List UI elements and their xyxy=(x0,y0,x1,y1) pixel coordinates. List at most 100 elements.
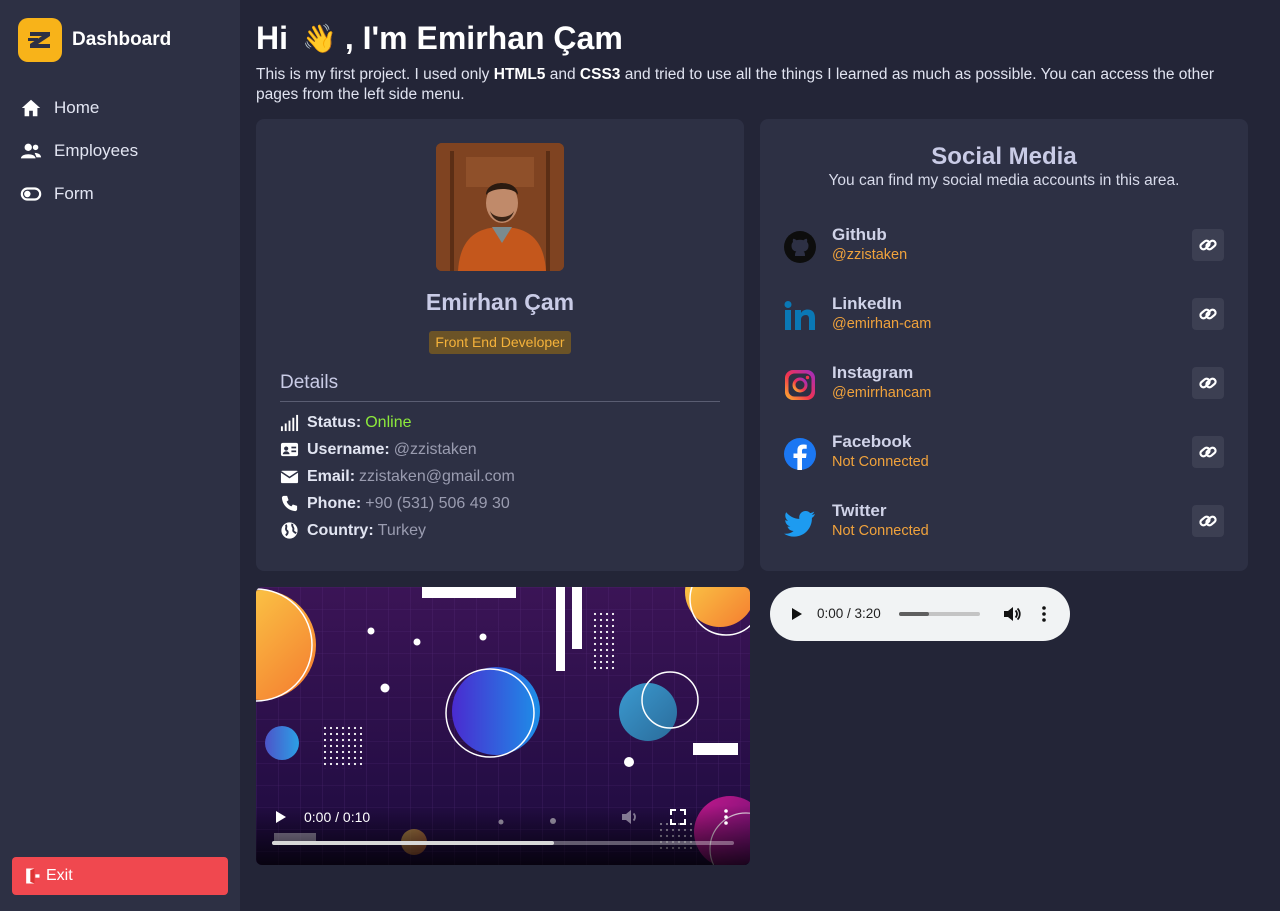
signal-icon xyxy=(280,414,299,432)
envelope-icon xyxy=(280,470,299,484)
play-icon[interactable] xyxy=(272,809,288,825)
social-subtitle: You can find my social media accounts in… xyxy=(828,172,1180,189)
social-item-facebook: Facebook Not Connected xyxy=(784,430,1224,480)
toggle-icon xyxy=(20,186,42,201)
detail-row-status: Status: Online xyxy=(280,409,515,436)
social-item-instagram: Instagram @emirrhancam xyxy=(784,361,1224,411)
volume-icon[interactable] xyxy=(1002,604,1022,624)
home-icon xyxy=(21,99,41,116)
details-title: Details xyxy=(280,372,339,393)
link-icon xyxy=(1199,239,1217,251)
social-name: Instagram xyxy=(832,363,914,382)
audio-time: 0:00 / 3:20 xyxy=(817,606,881,621)
divider xyxy=(280,401,720,402)
social-handle: @emirrhancam xyxy=(832,385,932,401)
more-vertical-icon[interactable] xyxy=(1036,604,1052,624)
role-badge: Front End Developer xyxy=(429,331,571,354)
github-icon xyxy=(784,231,816,263)
detail-row-phone: Phone: +90 (531) 506 49 30 xyxy=(280,490,515,517)
twitter-link-button[interactable] xyxy=(1192,505,1224,537)
brand-title: Dashboard xyxy=(72,29,172,50)
detail-row-username: Username: @zzistaken xyxy=(280,436,515,463)
social-name: Twitter xyxy=(832,501,887,520)
social-name: Facebook xyxy=(832,432,912,451)
intro-part: and xyxy=(545,66,580,83)
audio-player[interactable]: 0:00 / 3:20 xyxy=(770,587,1070,641)
link-icon xyxy=(1199,377,1217,389)
instagram-link-button[interactable] xyxy=(1192,367,1224,399)
intro-css3: CSS3 xyxy=(579,66,621,83)
facebook-icon xyxy=(784,438,816,470)
detail-label: Phone: xyxy=(307,494,362,512)
country-value: Turkey xyxy=(377,521,426,539)
detail-label: Status: xyxy=(307,413,362,431)
sidebar-item-label: Form xyxy=(54,183,94,203)
intro-part: This is my first project. I used only xyxy=(256,66,494,83)
sidebar-nav: Home Employees Form xyxy=(20,86,138,215)
social-media-card: Social Media You can find my social medi… xyxy=(760,119,1248,571)
play-icon[interactable] xyxy=(788,606,804,622)
intro-text: This is my first project. I used only HT… xyxy=(256,65,1256,105)
video-seek-fill xyxy=(272,841,554,845)
detail-row-country: Country: Turkey xyxy=(280,517,515,544)
avatar xyxy=(436,143,564,271)
globe-icon xyxy=(281,522,298,539)
social-item-twitter: Twitter Not Connected xyxy=(784,499,1224,549)
github-link-button[interactable] xyxy=(1192,229,1224,261)
audio-seek-fill xyxy=(899,612,929,616)
sidebar-item-label: Employees xyxy=(54,140,139,160)
social-name: LinkedIn xyxy=(832,294,902,313)
id-card-icon xyxy=(280,442,299,457)
status-value: Online xyxy=(365,413,412,431)
sidebar-item-home[interactable]: Home xyxy=(20,86,138,129)
linkedin-link-button[interactable] xyxy=(1192,298,1224,330)
sidebar-item-form[interactable]: Form xyxy=(20,172,138,215)
fullscreen-icon[interactable] xyxy=(668,807,688,827)
social-handle: Not Connected xyxy=(832,523,929,539)
link-icon xyxy=(1199,515,1217,527)
social-title: Social Media xyxy=(931,143,1077,170)
wave-icon: 👋 xyxy=(302,23,337,54)
more-vertical-icon[interactable] xyxy=(718,807,734,827)
social-handle: Not Connected xyxy=(832,454,929,470)
social-item-linkedin: LinkedIn @emirhan-cam xyxy=(784,292,1224,342)
intro-html5: HTML5 xyxy=(493,66,546,83)
greeting-start: Hi xyxy=(256,20,288,56)
instagram-icon xyxy=(785,370,815,400)
username-value: @zzistaken xyxy=(393,440,477,458)
email-value: zzistaken@gmail.com xyxy=(359,467,515,485)
video-player[interactable]: 0:00 / 0:10 xyxy=(256,587,750,865)
social-name: Github xyxy=(832,225,887,244)
twitter-icon xyxy=(784,511,815,537)
detail-label: Username: xyxy=(307,440,390,458)
details-list: Status: Online Username: @zzistaken Emai… xyxy=(280,409,515,544)
phone-icon xyxy=(281,495,298,512)
sidebar: Dashboard Home Employees Form Exit xyxy=(0,0,240,911)
detail-label: Email: xyxy=(307,467,356,485)
brand[interactable]: Dashboard xyxy=(18,18,171,62)
users-icon xyxy=(20,143,42,158)
sidebar-item-label: Home xyxy=(54,97,100,117)
social-item-github: Github @zzistaken xyxy=(784,223,1224,273)
logo-icon xyxy=(18,18,62,62)
linkedin-icon xyxy=(784,301,815,330)
detail-row-email: Email: zzistaken@gmail.com xyxy=(280,463,515,490)
social-handle: @zzistaken xyxy=(832,247,908,263)
volume-icon[interactable] xyxy=(620,807,640,827)
greeting-end: , I'm Emirhan Çam xyxy=(344,20,623,56)
door-exit-icon xyxy=(26,868,40,884)
video-time: 0:00 / 0:10 xyxy=(304,809,371,825)
phone-value: +90 (531) 506 49 30 xyxy=(365,494,510,512)
profile-card: Emirhan Çam Front End Developer Details … xyxy=(256,119,744,571)
page-title: Hi 👋 , I'm Emirhan Çam xyxy=(256,20,623,57)
exit-label: Exit xyxy=(46,867,73,884)
sidebar-item-employees[interactable]: Employees xyxy=(20,129,138,172)
link-icon xyxy=(1199,446,1217,458)
detail-label: Country: xyxy=(307,521,374,539)
video-seek-bar[interactable] xyxy=(272,841,734,845)
audio-seek-bar[interactable] xyxy=(899,612,980,616)
social-handle: @emirhan-cam xyxy=(832,316,932,332)
exit-button[interactable]: Exit xyxy=(12,857,228,895)
link-icon xyxy=(1199,308,1217,320)
facebook-link-button[interactable] xyxy=(1192,436,1224,468)
